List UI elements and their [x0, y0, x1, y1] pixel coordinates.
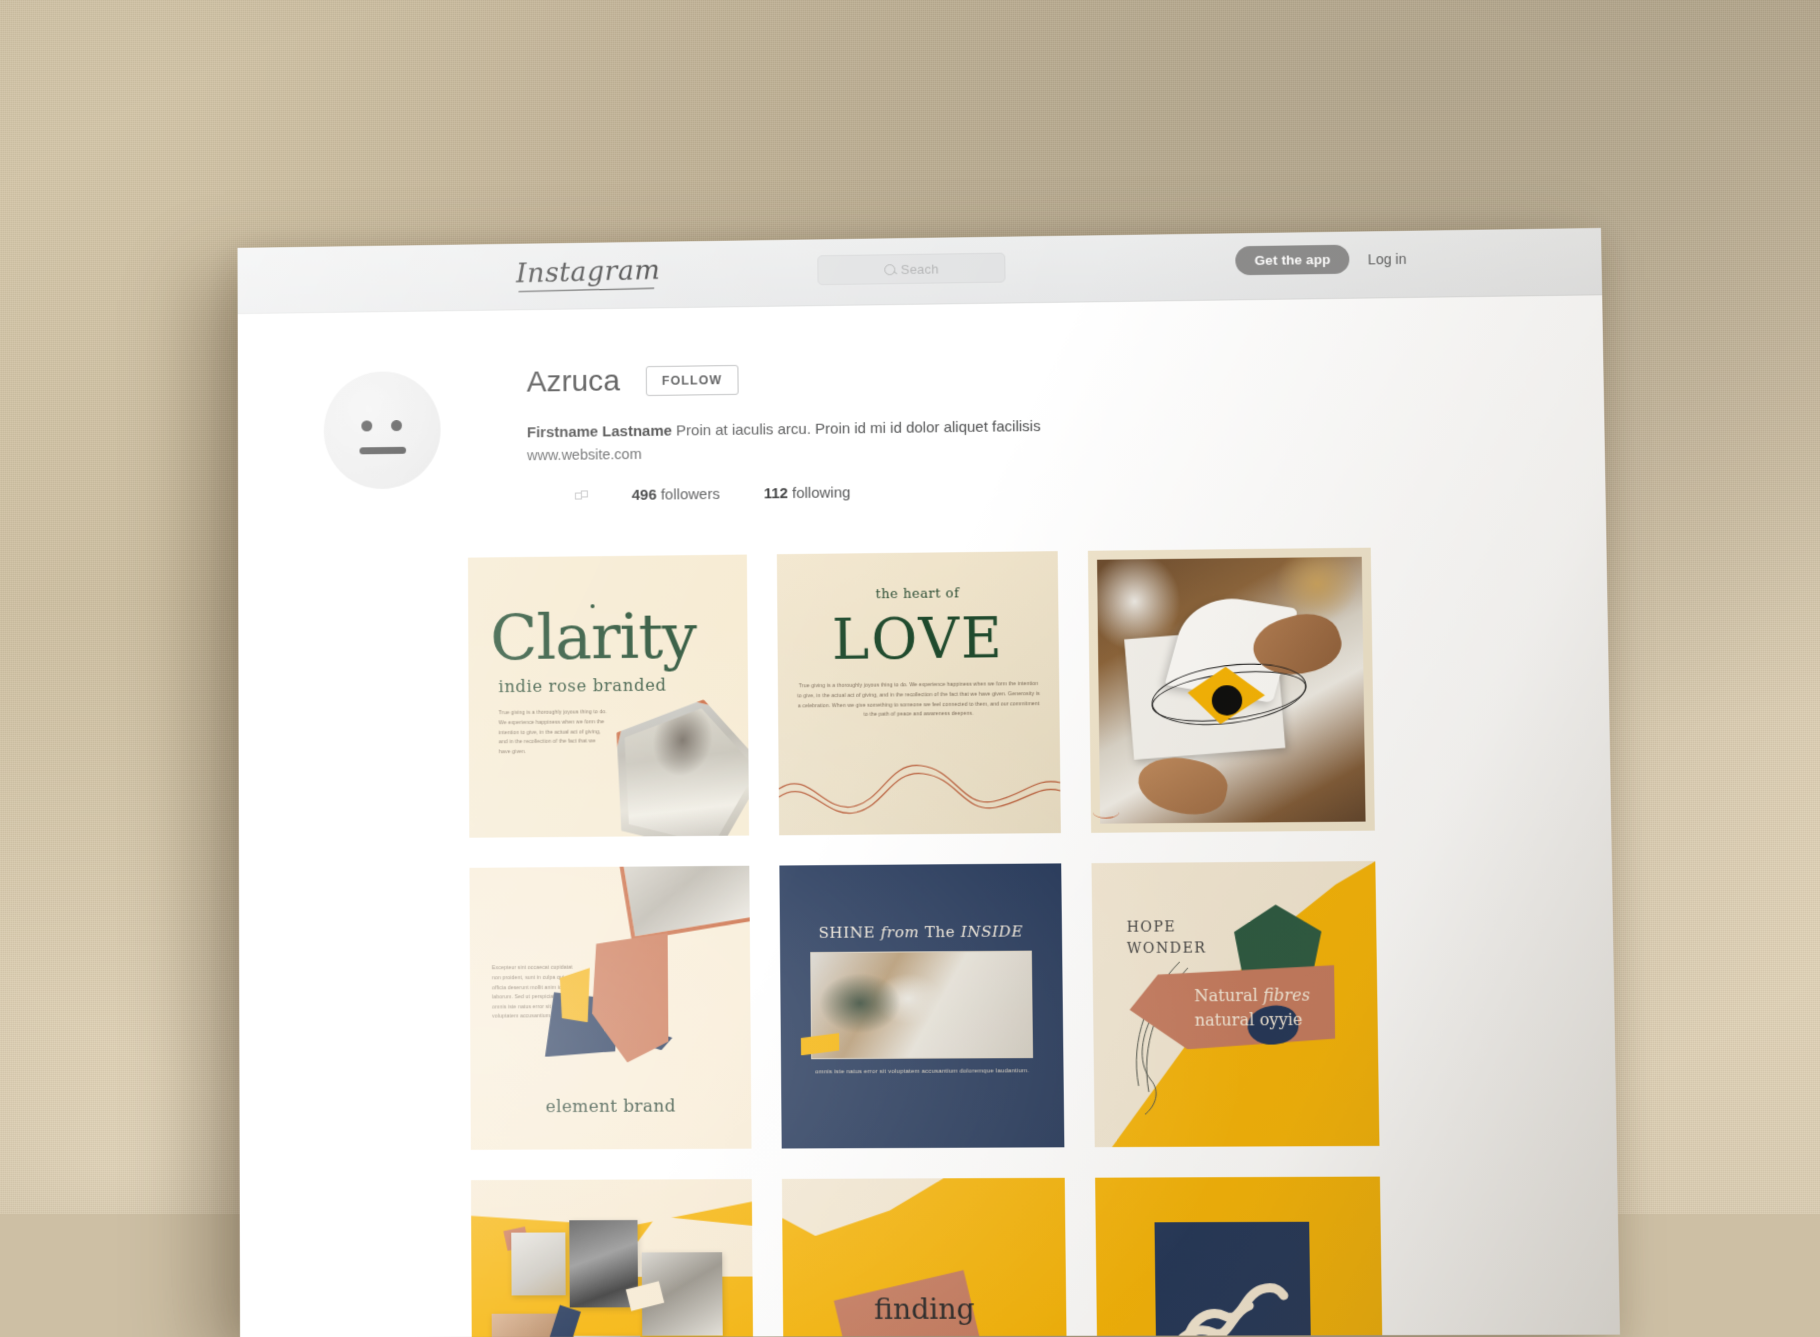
post-title: Clarity: [490, 599, 696, 674]
collage-photo: [511, 1233, 565, 1296]
post-title: SHINE from The INSIDE: [780, 922, 1062, 942]
profile-full-name: Firstname Lastname: [527, 423, 672, 442]
hand-icon: [1134, 750, 1232, 821]
post-tile-shine-inside[interactable]: SHINE from The INSIDE omnis iste natus e…: [779, 864, 1064, 1149]
post-tile-navy-arcs[interactable]: [1095, 1177, 1384, 1337]
instagram-logo[interactable]: Instagram: [516, 255, 661, 289]
post-tile-notebook-photo[interactable]: [1088, 548, 1375, 833]
following-label: following: [792, 485, 851, 503]
profile-page: Azruca FOLLOW Firstname Lastname Proin a…: [238, 295, 1620, 1337]
get-the-app-button[interactable]: Get the app: [1235, 245, 1350, 276]
profile-bio-text: Proin at iaculis arcu. Proin id mi id do…: [676, 418, 1041, 440]
navbar-actions: Get the app Log in: [1235, 244, 1406, 275]
title-word-wonder: WONDER: [1127, 940, 1207, 957]
abstract-arcs-icon: [1155, 1222, 1313, 1337]
posts-grid-icon: [575, 490, 588, 503]
profile-info: Azruca FOLLOW Firstname Lastname Proin a…: [527, 348, 1606, 506]
mockup-stage: Instagram Seach Get the app Log in Azruc…: [0, 0, 1820, 1214]
post-caption: omnis iste natus error sit voluptatem ac…: [807, 1066, 1037, 1079]
post-tile-photo-collage[interactable]: [471, 1179, 754, 1337]
search-input[interactable]: Seach: [817, 253, 1005, 286]
log-in-link[interactable]: Log in: [1368, 250, 1407, 267]
post-photo-frame: [593, 682, 749, 838]
post-tile-element-brand[interactable]: Excepteur sint occaecat cupidatat non pr…: [469, 866, 751, 1150]
post-tile-love[interactable]: the heart of LOVE True giving is a thoro…: [777, 551, 1061, 835]
cream-shape-icon: [782, 1178, 954, 1236]
avatar-eye-left-icon: [361, 420, 372, 431]
browser-window-mockup: Instagram Seach Get the app Log in Azruc…: [238, 228, 1620, 1337]
post-line-1: Natural fibres: [1194, 986, 1310, 1006]
line-part-fibres: fibres: [1263, 986, 1310, 1006]
notebook-photo: [1097, 557, 1366, 824]
avatar-mouth-icon: [359, 447, 406, 455]
post-tile-hope-wonder[interactable]: HOPE WONDER Natural fibres natural oyyie: [1091, 861, 1379, 1147]
post-grid: Clarity indie rose branded True giving i…: [468, 548, 1384, 1337]
avatar-eye-right-icon: [391, 420, 402, 431]
post-body-text: True giving is a thoroughly joyous thing…: [499, 708, 609, 757]
post-line-2: natural oyyie: [1195, 1010, 1303, 1030]
line-part-natural: Natural: [1194, 986, 1263, 1006]
profile-stats: 496 followers 112 following: [527, 476, 1605, 506]
post-title: HOPE WONDER: [1127, 917, 1207, 959]
post-title: LOVE: [777, 606, 1059, 674]
avatar-column: [238, 362, 528, 509]
following-stat[interactable]: 112 following: [764, 485, 851, 503]
page-title: Azruca: [527, 365, 621, 400]
profile-header: Azruca FOLLOW Firstname Lastname Proin a…: [238, 295, 1606, 508]
title-part-shine: SHINE: [819, 924, 881, 943]
post-body-text: True giving is a thoroughly joyous thing…: [796, 680, 1042, 721]
wave-decoration-icon: [778, 743, 1060, 826]
title-part-the: The: [919, 923, 961, 941]
search-icon: [884, 264, 895, 275]
title-part-inside: INSIDE: [961, 923, 1024, 942]
profile-bio: Firstname Lastname Proin at iaculis arcu…: [527, 414, 1127, 445]
profile-name-row: Azruca FOLLOW: [527, 352, 1604, 400]
flowers-photo: [810, 951, 1033, 1060]
title-part-from: from: [881, 923, 920, 941]
post-pretitle: the heart of: [777, 586, 1058, 604]
navy-square-icon: [549, 1305, 581, 1337]
post-subtitle: indie rose branded: [498, 676, 666, 697]
followers-count: 496: [632, 487, 657, 504]
followers-label: followers: [661, 486, 720, 504]
post-tile-clarity[interactable]: Clarity indie rose branded True giving i…: [468, 555, 749, 838]
post-photo-frame: [617, 866, 752, 941]
title-word-hope: HOPE: [1127, 920, 1177, 937]
follow-button[interactable]: FOLLOW: [646, 365, 739, 396]
post-line-2: — your: [783, 1333, 1067, 1337]
followers-stat[interactable]: 496 followers: [632, 486, 720, 504]
search-placeholder: Seach: [901, 261, 939, 276]
avatar[interactable]: [324, 371, 441, 490]
post-tile-finding-your-calm[interactable]: finding — your calm: [782, 1178, 1068, 1337]
post-line-1: finding: [783, 1292, 1067, 1326]
following-count: 112: [764, 485, 788, 502]
post-caption: element brand: [471, 1096, 752, 1118]
